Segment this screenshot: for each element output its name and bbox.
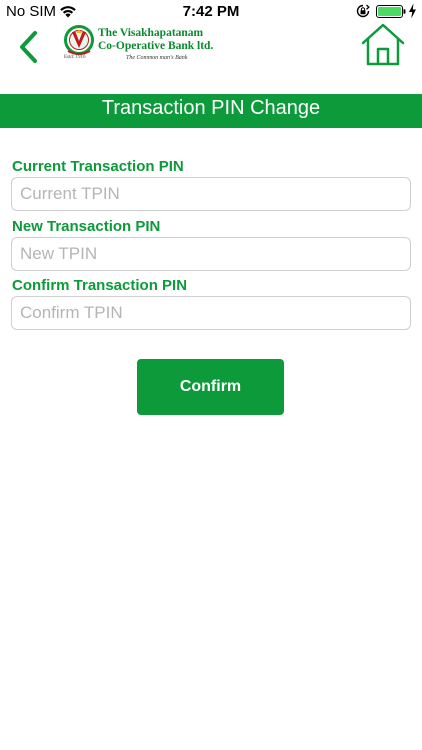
- home-icon[interactable]: [360, 22, 406, 66]
- confirm-button[interactable]: Confirm: [137, 359, 284, 415]
- battery-icon: [376, 5, 406, 18]
- bank-name-line2: Co-Operative Bank ltd.: [98, 40, 214, 52]
- confirm-tpin-label: Confirm Transaction PIN: [12, 277, 188, 294]
- bank-tagline: The Common man's Bank: [126, 55, 188, 61]
- new-tpin-input[interactable]: [11, 237, 411, 271]
- bank-name-line1: The Visakhapatanam: [98, 27, 204, 39]
- current-tpin-label: Current Transaction PIN: [12, 158, 184, 175]
- orientation-lock-icon: [356, 4, 370, 18]
- charging-bolt-icon: [409, 3, 416, 19]
- current-tpin-input[interactable]: [11, 177, 411, 211]
- page-title: Transaction PIN Change: [101, 97, 321, 119]
- back-chevron-icon[interactable]: [14, 29, 42, 65]
- status-bar: No SIM 7:42 PM: [0, 0, 422, 24]
- confirm-tpin-input[interactable]: [11, 296, 411, 330]
- bank-logo: The Visakhapatanam Co-Operative Bank ltd…: [62, 24, 262, 66]
- bank-established-label: Estd: 1916: [64, 55, 86, 60]
- page-title-bar: Transaction PIN Change: [0, 94, 422, 128]
- app-header: The Visakhapatanam Co-Operative Bank ltd…: [0, 22, 422, 94]
- new-tpin-label: New Transaction PIN: [12, 218, 161, 235]
